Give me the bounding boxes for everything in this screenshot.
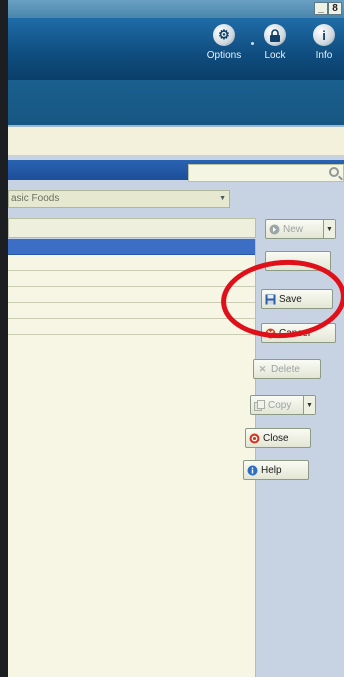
chevron-down-icon[interactable]: ▼ bbox=[323, 220, 335, 238]
table-row[interactable] bbox=[8, 255, 255, 271]
module-bar bbox=[8, 80, 344, 125]
separator-dot bbox=[251, 42, 254, 45]
options-button[interactable]: ⚙ Options bbox=[204, 22, 244, 61]
edit-button[interactable] bbox=[265, 251, 331, 271]
delete-icon: ✕ bbox=[258, 363, 267, 374]
info-icon: i bbox=[313, 24, 335, 46]
delete-label: Delete bbox=[271, 363, 300, 375]
table-row[interactable] bbox=[8, 319, 255, 335]
window-titlebar: _ 8 bbox=[8, 0, 344, 18]
copy-label: Copy bbox=[268, 399, 292, 411]
chevron-down-icon[interactable]: ▼ bbox=[219, 191, 226, 207]
close-icon bbox=[249, 433, 260, 444]
breadcrumb-strip bbox=[8, 125, 344, 155]
copy-icon bbox=[254, 399, 265, 411]
close-label: Close bbox=[263, 432, 289, 444]
cancel-button[interactable]: Cancel bbox=[261, 323, 336, 343]
delete-button[interactable]: ✕ Delete bbox=[253, 359, 321, 379]
search-input[interactable] bbox=[188, 164, 344, 182]
cancel-label: Cancel bbox=[279, 327, 311, 339]
new-button[interactable]: New ▼ bbox=[265, 219, 336, 239]
new-icon bbox=[269, 224, 280, 235]
app-header: ⚙ Options Lock i Info bbox=[8, 18, 344, 80]
category-select-value: asic Foods bbox=[11, 193, 60, 204]
items-grid[interactable] bbox=[8, 239, 256, 677]
save-label: Save bbox=[279, 293, 302, 305]
table-row[interactable] bbox=[8, 239, 255, 255]
cancel-icon bbox=[265, 328, 276, 339]
close-button[interactable]: Close bbox=[245, 428, 311, 448]
info-button[interactable]: i Info bbox=[304, 22, 344, 61]
table-row[interactable] bbox=[8, 287, 255, 303]
restore-button[interactable]: 8 bbox=[328, 2, 342, 15]
grid-header bbox=[8, 218, 256, 238]
table-row[interactable] bbox=[8, 303, 255, 319]
lock-icon bbox=[264, 24, 286, 46]
copy-button[interactable]: Copy ▼ bbox=[250, 395, 316, 415]
info-label: Info bbox=[315, 50, 333, 61]
help-label: Help bbox=[261, 464, 282, 476]
help-icon bbox=[247, 465, 258, 476]
options-label: Options bbox=[206, 50, 242, 61]
minimize-button[interactable]: _ bbox=[314, 2, 328, 15]
save-button[interactable]: Save bbox=[261, 289, 333, 309]
lock-label: Lock bbox=[264, 50, 286, 61]
new-label: New bbox=[283, 223, 304, 235]
chevron-down-icon[interactable]: ▼ bbox=[303, 396, 315, 414]
table-row[interactable] bbox=[8, 271, 255, 287]
help-button[interactable]: Help bbox=[243, 460, 309, 480]
editor-panel: asic Foods ▼ New ▼ Save Cancel ✕ Delete … bbox=[8, 155, 344, 677]
gear-icon: ⚙ bbox=[213, 24, 235, 46]
search-icon[interactable] bbox=[329, 167, 339, 177]
screen: _ 8 ⚙ Options Lock i Info asic Foods ▼ N… bbox=[8, 0, 344, 677]
save-icon bbox=[265, 294, 276, 305]
category-select[interactable]: asic Foods ▼ bbox=[8, 190, 230, 208]
lock-button[interactable]: Lock bbox=[255, 22, 295, 61]
